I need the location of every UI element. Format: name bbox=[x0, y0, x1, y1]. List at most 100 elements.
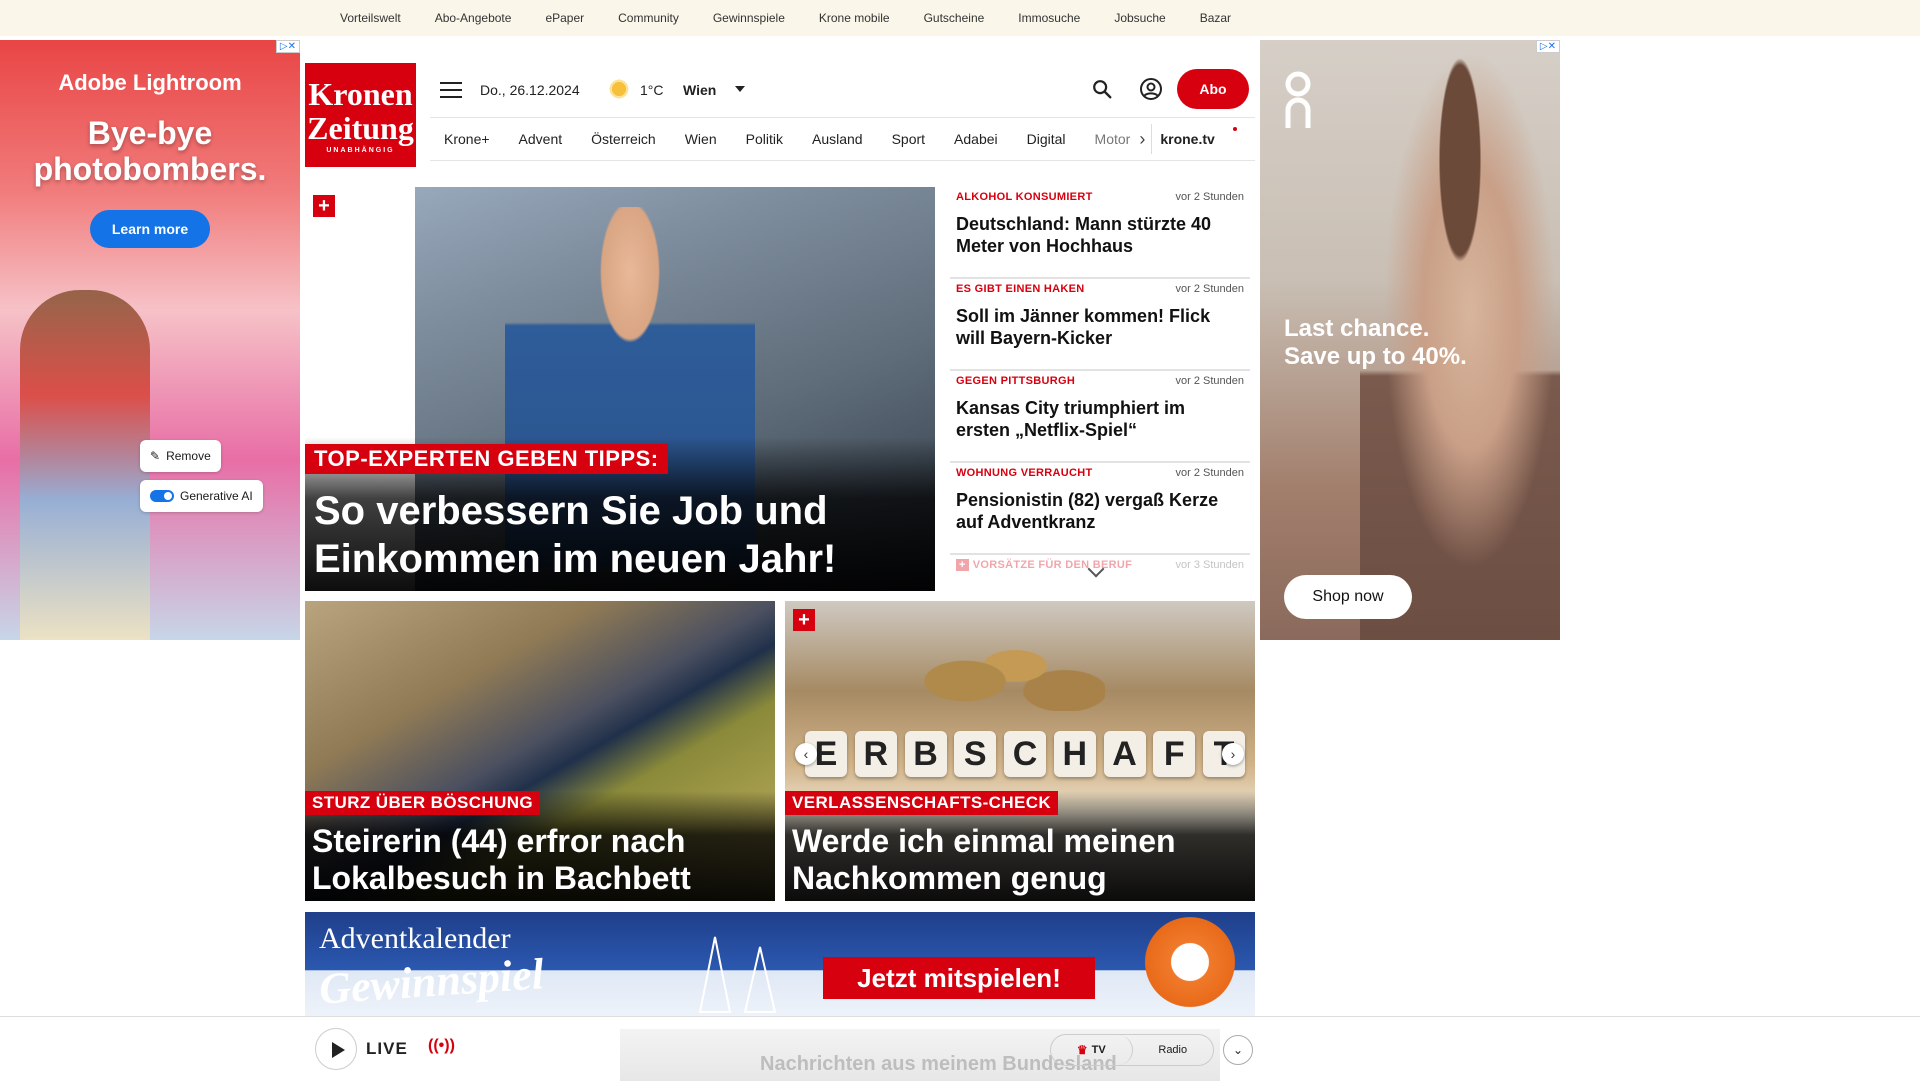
nav-item-krone-plus[interactable]: Krone+ bbox=[444, 131, 490, 147]
chevron-right-icon[interactable]: › bbox=[1139, 129, 1145, 150]
link-community[interactable]: Community bbox=[618, 11, 679, 25]
link-krone-mobile[interactable]: Krone mobile bbox=[819, 11, 890, 25]
live-player-bar: Nachrichten aus meinem Bundesland LIVE (… bbox=[0, 1016, 1920, 1081]
abo-button[interactable]: Abo bbox=[1177, 69, 1249, 109]
right-advertisement[interactable]: ▷✕ Last chance. Save up to 40%. Shop now bbox=[1260, 40, 1560, 640]
letter-tile: B bbox=[904, 731, 947, 777]
tab-radio[interactable]: Radio bbox=[1133, 1035, 1214, 1065]
toggle-icon bbox=[150, 490, 174, 502]
nav-item-advent[interactable]: Advent bbox=[519, 131, 563, 147]
card-title-line: Werde ich einmal meinen bbox=[792, 823, 1176, 859]
letter-tile: F bbox=[1153, 731, 1196, 777]
ad-slogan: Last chance. Save up to 40%. bbox=[1284, 315, 1467, 371]
ad-brand: Adobe Lightroom bbox=[58, 70, 242, 95]
hero-article[interactable]: + TOP-EXPERTEN GEBEN TIPPS: So verbesser… bbox=[305, 187, 935, 591]
link-vorteilswelt[interactable]: Vorteilswelt bbox=[340, 11, 401, 25]
user-account-icon[interactable] bbox=[1139, 77, 1163, 101]
fox-mascot-icon bbox=[1140, 917, 1240, 1017]
nav-item-adabei[interactable]: Adabei bbox=[954, 131, 998, 147]
ad-headline: Bye-bye photobombers. bbox=[0, 115, 300, 187]
nav-item-wien[interactable]: Wien bbox=[685, 131, 717, 147]
kronen-zeitung-logo[interactable]: Kronen Zeitung UNABHÄNGIG bbox=[305, 63, 416, 167]
remove-pill: ✎ Remove bbox=[140, 440, 221, 472]
letter-tile: C bbox=[1004, 731, 1046, 777]
hero-kicker: TOP-EXPERTEN GEBEN TIPPS: bbox=[305, 444, 668, 474]
link-gewinnspiele[interactable]: Gewinnspiele bbox=[713, 11, 785, 25]
site-header: Kronen Zeitung UNABHÄNGIG Do., 26.12.202… bbox=[305, 40, 1255, 170]
link-jobsuche[interactable]: Jobsuche bbox=[1114, 11, 1165, 25]
link-bazar[interactable]: Bazar bbox=[1200, 11, 1231, 25]
hero-title-line: So verbessern Sie Job und bbox=[314, 489, 828, 533]
letter-tile: A bbox=[1103, 731, 1146, 777]
banner-line-2: Gewinnspiel bbox=[317, 949, 546, 1014]
nav-item-ausland[interactable]: Ausland bbox=[812, 131, 863, 147]
carousel-prev-button[interactable]: ‹ bbox=[795, 743, 817, 765]
item-timestamp: vor 2 Stunden bbox=[1175, 467, 1245, 479]
learn-more-button[interactable]: Learn more bbox=[90, 210, 210, 248]
item-timestamp: vor 2 Stunden bbox=[1175, 283, 1245, 295]
list-item[interactable]: ES GIBT EINEN HAKEN vor 2 Stunden Soll i… bbox=[950, 279, 1250, 371]
card-title-line: Steirerin (44) erfror nach bbox=[312, 823, 686, 859]
nav-item-sport[interactable]: Sport bbox=[892, 131, 925, 147]
on-logo-icon bbox=[1285, 71, 1311, 128]
letter-tiles: E R B S C H A F T bbox=[805, 731, 1245, 777]
item-title: Deutschland: Mann stürzte 40 Meter von H… bbox=[956, 214, 1212, 256]
carousel-next-button[interactable]: › bbox=[1222, 743, 1244, 765]
current-date: Do., 26.12.2024 bbox=[480, 82, 580, 98]
article-card[interactable]: STURZ ÜBER BÖSCHUNG Steirerin (44) erfro… bbox=[305, 601, 775, 901]
logo-tagline: UNABHÄNGIG bbox=[326, 146, 395, 154]
link-epaper[interactable]: ePaper bbox=[545, 11, 584, 25]
krone-plus-icon: + bbox=[956, 559, 969, 571]
card-title-line: Nachkommen genug vererben? bbox=[792, 860, 1107, 901]
card-title: Steirerin (44) erfror nach Lokalbesuch i… bbox=[312, 823, 772, 897]
item-title: Kansas City triumphiert im ersten „Netfl… bbox=[956, 398, 1186, 440]
link-immosuche[interactable]: Immosuche bbox=[1018, 11, 1080, 25]
play-button[interactable] bbox=[315, 1028, 357, 1070]
ad-headline-line: Bye-bye bbox=[87, 115, 213, 151]
card-title-line: Lokalbesuch in Bachbett bbox=[312, 860, 691, 896]
letter-tile: S bbox=[954, 731, 997, 777]
hero-title: So verbessern Sie Job und Einkommen im n… bbox=[314, 487, 914, 583]
shop-now-button[interactable]: Shop now bbox=[1284, 575, 1412, 619]
tv-radio-switch[interactable]: ♛ TV Radio bbox=[1050, 1034, 1214, 1066]
ad-slogan-line: Last chance. bbox=[1284, 315, 1430, 342]
krone-plus-icon: + bbox=[793, 609, 815, 631]
menu-icon[interactable] bbox=[440, 82, 462, 98]
tree-icon bbox=[698, 936, 777, 1013]
utility-bar: Vorteilswelt Abo-Angebote ePaper Communi… bbox=[0, 0, 1920, 36]
jetzt-mitspielen-button[interactable]: Jetzt mitspielen! bbox=[823, 957, 1095, 999]
eraser-icon: ✎ bbox=[150, 449, 161, 463]
chevron-down-icon[interactable]: ⌄ bbox=[1223, 1035, 1253, 1065]
link-gutscheine[interactable]: Gutscheine bbox=[924, 11, 985, 25]
remove-pill-label: Remove bbox=[166, 449, 211, 463]
nav-item-krone-tv[interactable]: krone.tv bbox=[1160, 131, 1214, 147]
crown-icon: ♛ bbox=[1076, 1043, 1088, 1057]
generative-ai-label: Generative AI bbox=[180, 489, 253, 503]
ad-choices-icon[interactable]: ▷✕ bbox=[275, 40, 300, 53]
news-ticker: ALKOHOL KONSUMIERT vor 2 Stunden Deutsch… bbox=[950, 187, 1250, 587]
nav-item-oesterreich[interactable]: Österreich bbox=[591, 131, 656, 147]
list-item[interactable]: ALKOHOL KONSUMIERT vor 2 Stunden Deutsch… bbox=[950, 187, 1250, 279]
item-title: Soll im Jänner kommen! Flick will Bayern… bbox=[956, 306, 1211, 348]
chevron-down-icon[interactable] bbox=[735, 86, 745, 92]
logo-line: Zeitung bbox=[307, 109, 414, 146]
tab-tv[interactable]: ♛ TV bbox=[1051, 1035, 1133, 1065]
nav-item-digital[interactable]: Digital bbox=[1027, 131, 1066, 147]
list-item[interactable]: WOHNUNG VERRAUCHT vor 2 Stunden Pensioni… bbox=[950, 463, 1250, 555]
list-item[interactable]: GEGEN PITTSBURGH vor 2 Stunden Kansas Ci… bbox=[950, 371, 1250, 463]
tab-tv-label: TV bbox=[1091, 1044, 1106, 1056]
ad-headline-line: photobombers. bbox=[33, 151, 267, 187]
city-selector[interactable]: Wien bbox=[683, 82, 716, 98]
krone-plus-icon: + bbox=[313, 195, 335, 217]
left-advertisement[interactable]: ▷✕ Adobe Lightroom Bye-bye photobombers.… bbox=[0, 40, 300, 640]
nav-item-politik[interactable]: Politik bbox=[746, 131, 783, 147]
adventkalender-banner[interactable]: Adventkalender Gewinnspiel Jetzt mitspie… bbox=[305, 912, 1255, 1017]
item-title: Pensionistin (82) vergaß Kerze auf Adven… bbox=[956, 490, 1219, 532]
search-icon[interactable] bbox=[1091, 78, 1113, 100]
letter-tile: R bbox=[854, 731, 897, 777]
article-card[interactable]: E R B S C H A F T + VERLASSENSCHAFTS-CHE… bbox=[785, 601, 1255, 901]
item-timestamp: vor 2 Stunden bbox=[1175, 375, 1245, 387]
main-navigation: Krone+ Advent Österreich Wien Politik Au… bbox=[430, 117, 1255, 161]
link-abo-angebote[interactable]: Abo-Angebote bbox=[435, 11, 512, 25]
nav-item-motor[interactable]: Motor bbox=[1095, 131, 1131, 147]
